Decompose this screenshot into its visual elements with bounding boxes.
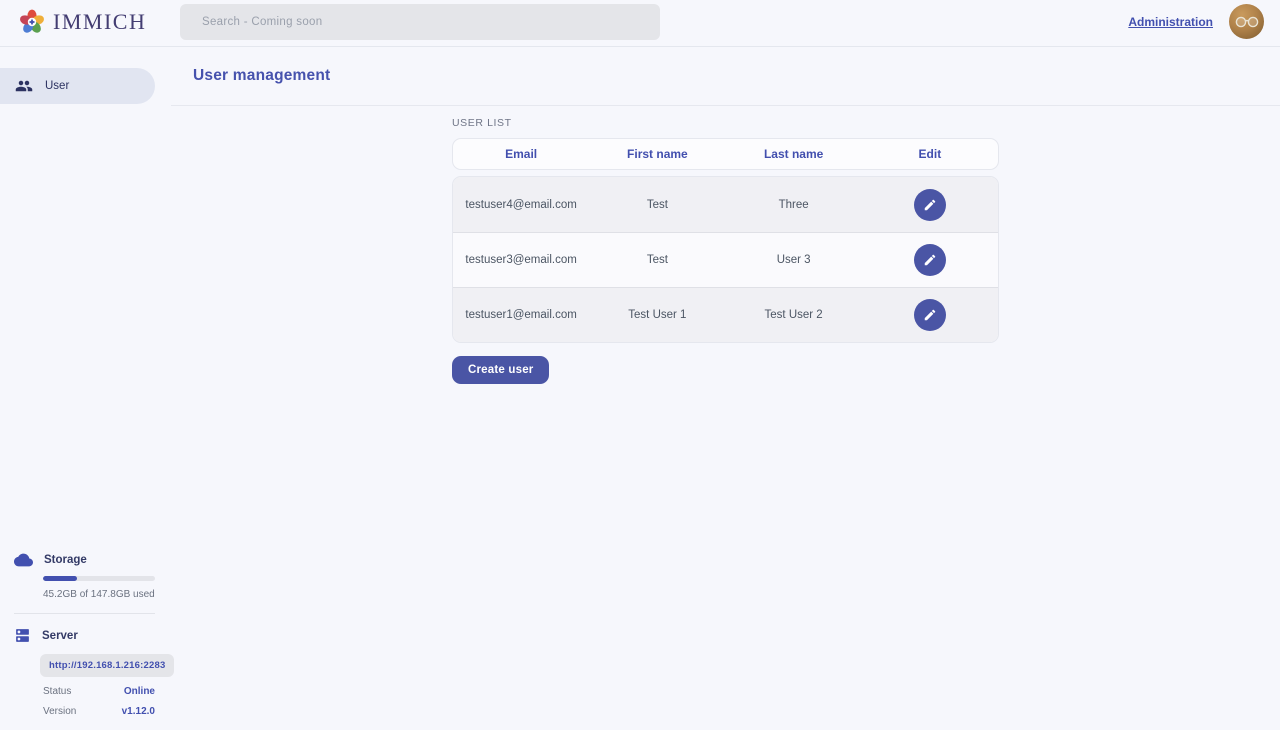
cloud-icon — [14, 553, 33, 567]
user-table: Email First name Last name Edit testuser… — [452, 138, 999, 343]
server-icon — [14, 627, 31, 644]
cell-first-name: Test — [589, 199, 725, 211]
server-url-badge: http://192.168.1.216:2283 — [40, 654, 174, 677]
pencil-icon — [923, 198, 937, 212]
cell-email: testuser4@email.com — [453, 199, 589, 211]
sidebar-item-label: User — [45, 80, 69, 92]
version-value: v1.12.0 — [122, 706, 155, 717]
immich-flower-icon — [18, 8, 46, 36]
sidebar-footer: Storage 45.2GB of 147.8GB used S — [0, 553, 171, 717]
edit-user-button[interactable] — [914, 189, 946, 221]
server-title: Server — [42, 630, 78, 642]
server-header: Server — [0, 627, 171, 644]
main-panel: User management USER LIST Email First na… — [171, 47, 1280, 730]
administration-link[interactable]: Administration — [1128, 15, 1213, 29]
storage-usage-text: 45.2GB of 147.8GB used — [43, 589, 155, 600]
column-header-email: Email — [453, 147, 589, 161]
column-header-edit: Edit — [862, 147, 998, 161]
cell-first-name: Test — [589, 254, 725, 266]
storage-title: Storage — [44, 554, 87, 566]
user-avatar[interactable] — [1229, 4, 1264, 39]
edit-user-button[interactable] — [914, 244, 946, 276]
column-header-last-name: Last name — [726, 147, 862, 161]
immich-logo[interactable]: IMMICH — [18, 8, 146, 36]
page-title-bar: User management — [171, 47, 1280, 106]
server-version-row: Version v1.12.0 — [43, 706, 155, 717]
table-row: testuser3@email.com Test User 3 — [453, 232, 998, 287]
glasses-photo-detail — [1234, 15, 1260, 29]
storage-header: Storage — [0, 553, 171, 567]
table-row: testuser1@email.com Test User 1 Test Use… — [453, 287, 998, 342]
create-user-button[interactable]: Create user — [452, 356, 549, 384]
top-header: IMMICH Administration — [0, 0, 1280, 47]
pencil-icon — [923, 253, 937, 267]
sidebar-divider — [14, 613, 155, 614]
cell-last-name: User 3 — [726, 254, 862, 266]
cell-last-name: Three — [726, 199, 862, 211]
server-status-row: Status Online — [43, 686, 155, 697]
table-row: testuser4@email.com Test Three — [453, 177, 998, 232]
edit-user-button[interactable] — [914, 299, 946, 331]
immich-app: IMMICH Administration User — [0, 0, 1280, 730]
logo-wordmark: IMMICH — [53, 9, 146, 35]
version-label: Version — [43, 706, 76, 717]
search-input[interactable] — [180, 4, 660, 40]
pencil-icon — [923, 308, 937, 322]
status-value: Online — [124, 686, 155, 697]
status-label: Status — [43, 686, 71, 697]
storage-progress-fill — [43, 576, 77, 581]
users-icon — [15, 77, 33, 95]
storage-progress-bar — [43, 576, 155, 581]
sidebar-item-user[interactable]: User — [0, 68, 155, 104]
cell-first-name: Test User 1 — [589, 309, 725, 321]
page-title: User management — [193, 67, 330, 85]
table-body: testuser4@email.com Test Three — [452, 176, 999, 343]
column-header-first-name: First name — [589, 147, 725, 161]
cell-email: testuser1@email.com — [453, 309, 589, 321]
table-header-row: Email First name Last name Edit — [452, 138, 999, 170]
cell-last-name: Test User 2 — [726, 309, 862, 321]
section-title: USER LIST — [452, 117, 1280, 129]
user-management-content: USER LIST Email First name Last name Edi… — [171, 106, 1280, 384]
admin-sidebar: User Storage 45.2GB of 147.8GB used — [0, 47, 171, 730]
cell-email: testuser3@email.com — [453, 254, 589, 266]
